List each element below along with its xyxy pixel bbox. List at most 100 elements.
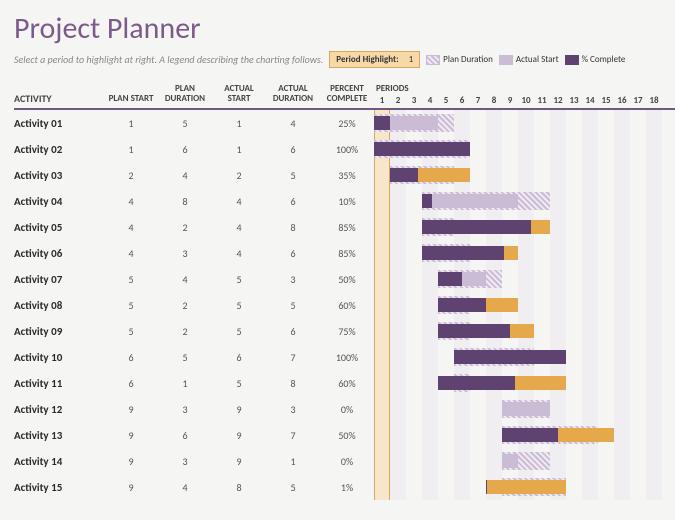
cell-plan-duration[interactable]: 8 [158,195,212,208]
cell-activity[interactable]: Activity 11 [14,377,104,390]
cell-plan-start[interactable]: 6 [104,377,158,390]
gantt-row[interactable] [374,422,675,448]
period-number[interactable]: 14 [582,95,598,106]
table-row[interactable]: Activity 106567100% [14,344,374,370]
gantt-row[interactable] [374,370,675,396]
cell-percent-complete[interactable]: 0% [320,403,374,416]
cell-percent-complete[interactable]: 85% [320,221,374,234]
gantt-row[interactable] [374,110,675,136]
cell-activity[interactable]: Activity 13 [14,429,104,442]
period-number[interactable]: 18 [646,95,662,106]
cell-plan-start[interactable]: 9 [104,481,158,494]
period-number[interactable]: 12 [550,95,566,106]
table-row[interactable]: Activity 021616100% [14,136,374,162]
cell-actual-duration[interactable]: 7 [266,429,320,442]
cell-percent-complete[interactable]: 1% [320,481,374,494]
period-number[interactable]: 6 [454,95,470,106]
cell-plan-start[interactable]: 4 [104,195,158,208]
cell-plan-duration[interactable]: 2 [158,325,212,338]
cell-actual-duration[interactable]: 3 [266,273,320,286]
cell-plan-start[interactable]: 9 [104,455,158,468]
cell-percent-complete[interactable]: 50% [320,273,374,286]
cell-percent-complete[interactable]: 85% [320,247,374,260]
table-row[interactable]: Activity 07545350% [14,266,374,292]
cell-actual-duration[interactable]: 6 [266,325,320,338]
cell-actual-start[interactable]: 9 [212,403,266,416]
cell-percent-complete[interactable]: 60% [320,377,374,390]
cell-percent-complete[interactable]: 25% [320,117,374,130]
cell-plan-duration[interactable]: 5 [158,351,212,364]
cell-plan-start[interactable]: 2 [104,169,158,182]
cell-actual-duration[interactable]: 6 [266,247,320,260]
cell-percent-complete[interactable]: 50% [320,429,374,442]
cell-activity[interactable]: Activity 10 [14,351,104,364]
cell-actual-duration[interactable]: 5 [266,169,320,182]
cell-plan-start[interactable]: 4 [104,247,158,260]
period-number[interactable]: 3 [406,95,422,106]
cell-activity[interactable]: Activity 12 [14,403,104,416]
cell-actual-duration[interactable]: 3 [266,403,320,416]
cell-actual-start[interactable]: 8 [212,481,266,494]
cell-percent-complete[interactable]: 100% [320,143,374,156]
gantt-row[interactable] [374,396,675,422]
table-row[interactable]: Activity 05424885% [14,214,374,240]
gantt-row[interactable] [374,344,675,370]
cell-activity[interactable]: Activity 06 [14,247,104,260]
cell-activity[interactable]: Activity 08 [14,299,104,312]
col-activity[interactable]: ACTIVITY [14,93,104,104]
gantt-row[interactable] [374,448,675,474]
table-row[interactable]: Activity 1293930% [14,396,374,422]
cell-percent-complete[interactable]: 60% [320,299,374,312]
cell-activity[interactable]: Activity 15 [14,481,104,494]
cell-plan-duration[interactable]: 2 [158,221,212,234]
table-row[interactable]: Activity 11615860% [14,370,374,396]
cell-plan-start[interactable]: 5 [104,273,158,286]
cell-percent-complete[interactable]: 0% [320,455,374,468]
cell-plan-duration[interactable]: 3 [158,455,212,468]
gantt-row[interactable] [374,474,675,500]
cell-actual-duration[interactable]: 4 [266,117,320,130]
cell-plan-start[interactable]: 5 [104,299,158,312]
table-row[interactable]: Activity 06434685% [14,240,374,266]
cell-plan-duration[interactable]: 4 [158,169,212,182]
gantt-row[interactable] [374,240,675,266]
table-row[interactable]: Activity 03242535% [14,162,374,188]
cell-actual-start[interactable]: 2 [212,169,266,182]
cell-actual-start[interactable]: 9 [212,429,266,442]
cell-actual-start[interactable]: 5 [212,299,266,312]
cell-actual-start[interactable]: 1 [212,117,266,130]
cell-activity[interactable]: Activity 01 [14,117,104,130]
period-number[interactable]: 17 [630,95,646,106]
gantt-row[interactable] [374,266,675,292]
cell-actual-duration[interactable]: 6 [266,143,320,156]
cell-plan-start[interactable]: 9 [104,429,158,442]
cell-actual-duration[interactable]: 6 [266,195,320,208]
cell-actual-start[interactable]: 4 [212,221,266,234]
cell-actual-duration[interactable]: 8 [266,377,320,390]
gantt-row[interactable] [374,214,675,240]
table-row[interactable]: Activity 13969750% [14,422,374,448]
cell-percent-complete[interactable]: 75% [320,325,374,338]
gantt-chart[interactable] [374,110,675,500]
col-percent-complete[interactable]: PERCENT COMPLETE [320,84,374,104]
cell-percent-complete[interactable]: 10% [320,195,374,208]
cell-actual-start[interactable]: 9 [212,455,266,468]
cell-plan-duration[interactable]: 2 [158,299,212,312]
gantt-row[interactable] [374,188,675,214]
period-number[interactable]: 4 [422,95,438,106]
col-plan-start[interactable]: PLAN START [104,94,158,104]
table-row[interactable]: Activity 1493910% [14,448,374,474]
cell-actual-duration[interactable]: 1 [266,455,320,468]
cell-activity[interactable]: Activity 05 [14,221,104,234]
table-row[interactable]: Activity 01151425% [14,110,374,136]
period-highlight-input[interactable]: Period Highlight: 1 [329,51,420,68]
cell-actual-start[interactable]: 4 [212,195,266,208]
cell-activity[interactable]: Activity 09 [14,325,104,338]
period-number[interactable]: 10 [518,95,534,106]
period-number[interactable]: 11 [534,95,550,106]
cell-plan-duration[interactable]: 4 [158,273,212,286]
period-highlight-value[interactable]: 1 [409,54,414,65]
cell-percent-complete[interactable]: 100% [320,351,374,364]
cell-actual-duration[interactable]: 5 [266,299,320,312]
col-actual-duration[interactable]: ACTUAL DURATION [266,84,320,104]
